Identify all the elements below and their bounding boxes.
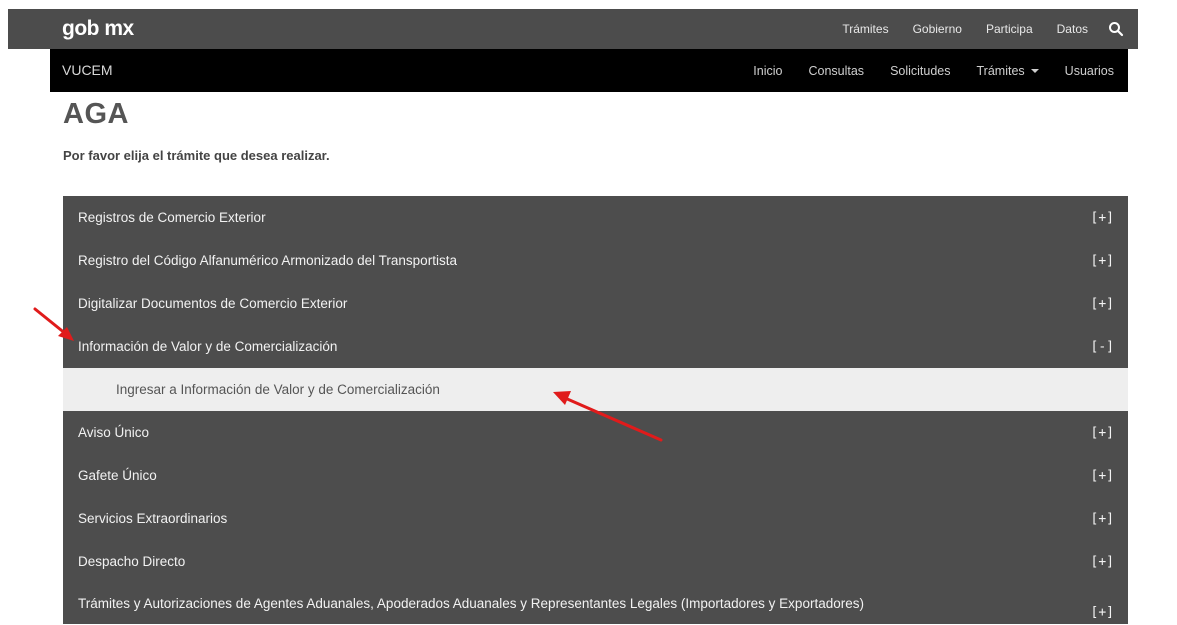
submenu-item-label: Ingresar a Información de Valor y de Com… bbox=[116, 382, 440, 397]
top-nav: Trámites Gobierno Participa Datos bbox=[818, 9, 1124, 49]
menu-item-label: Información de Valor y de Comercializaci… bbox=[78, 339, 338, 354]
nav-consultas[interactable]: Consultas bbox=[808, 64, 864, 78]
menu-item-label: Registros de Comercio Exterior bbox=[78, 210, 266, 225]
top-nav-tramites[interactable]: Trámites bbox=[842, 22, 888, 36]
red-arrow-annotation bbox=[33, 307, 74, 341]
menu-item-label: Servicios Extraordinarios bbox=[78, 511, 228, 526]
nav-tramites-label: Trámites bbox=[976, 63, 1025, 78]
top-nav-participa[interactable]: Participa bbox=[986, 22, 1033, 36]
menu-item-label: Gafete Único bbox=[78, 468, 157, 483]
menu-item-registros-comercio-exterior[interactable]: Registros de Comercio Exterior [+] bbox=[63, 196, 1128, 239]
menu-item-gafete-unico[interactable]: Gafete Único [+] bbox=[63, 454, 1128, 497]
expand-toggle[interactable]: [+] bbox=[1091, 425, 1114, 440]
nav-usuarios[interactable]: Usuarios bbox=[1065, 64, 1114, 78]
menu-item-registro-codigo-transportista[interactable]: Registro del Código Alfanumérico Armoniz… bbox=[63, 239, 1128, 282]
instruction-text: Por favor elija el trámite que desea rea… bbox=[63, 148, 330, 163]
menu-item-label: Aviso Único bbox=[78, 425, 150, 440]
nav-solicitudes[interactable]: Solicitudes bbox=[890, 64, 950, 78]
expand-toggle[interactable]: [+] bbox=[1091, 468, 1114, 483]
top-nav-gobierno[interactable]: Gobierno bbox=[913, 22, 962, 36]
menu-item-label: Trámites y Autorizaciones de Agentes Adu… bbox=[78, 596, 864, 611]
vucem-brand[interactable]: VUCEM bbox=[62, 49, 113, 92]
nav-tramites-dropdown[interactable]: Trámites bbox=[977, 64, 1039, 78]
expand-toggle[interactable]: [+] bbox=[1091, 605, 1114, 620]
menu-item-label: Digitalizar Documentos de Comercio Exter… bbox=[78, 296, 348, 311]
menu-item-digitalizar-documentos[interactable]: Digitalizar Documentos de Comercio Exter… bbox=[63, 282, 1128, 325]
expand-toggle[interactable]: [+] bbox=[1091, 554, 1114, 569]
nav-inicio[interactable]: Inicio bbox=[753, 64, 782, 78]
vucem-nav: Inicio Consultas Solicitudes Trámites Us… bbox=[727, 49, 1114, 92]
red-arrow-annotation bbox=[553, 391, 663, 442]
collapse-toggle[interactable]: [-] bbox=[1091, 339, 1114, 354]
chevron-down-icon bbox=[1030, 68, 1039, 73]
menu-item-label: Registro del Código Alfanumérico Armoniz… bbox=[78, 253, 457, 268]
search-icon[interactable] bbox=[1108, 21, 1124, 37]
page-title: AGA bbox=[63, 98, 129, 130]
menu-item-servicios-extraordinarios[interactable]: Servicios Extraordinarios [+] bbox=[63, 497, 1128, 540]
menu-item-despacho-directo[interactable]: Despacho Directo [+] bbox=[63, 540, 1128, 583]
vucem-bar: VUCEM Inicio Consultas Solicitudes Trámi… bbox=[50, 49, 1128, 92]
menu-item-tramites-agentes-aduanales[interactable]: Trámites y Autorizaciones de Agentes Adu… bbox=[63, 583, 1128, 624]
expand-toggle[interactable]: [+] bbox=[1091, 511, 1114, 526]
top-bar: gob mx Trámites Gobierno Participa Datos bbox=[8, 9, 1138, 49]
expand-toggle[interactable]: [+] bbox=[1091, 296, 1114, 311]
top-nav-datos[interactable]: Datos bbox=[1057, 22, 1088, 36]
menu-item-label: Despacho Directo bbox=[78, 554, 186, 569]
expand-toggle[interactable]: [+] bbox=[1091, 253, 1114, 268]
menu-item-informacion-valor[interactable]: Información de Valor y de Comercializaci… bbox=[63, 325, 1128, 368]
gobmx-logo[interactable]: gob mx bbox=[62, 9, 134, 49]
expand-toggle[interactable]: [+] bbox=[1091, 210, 1114, 225]
